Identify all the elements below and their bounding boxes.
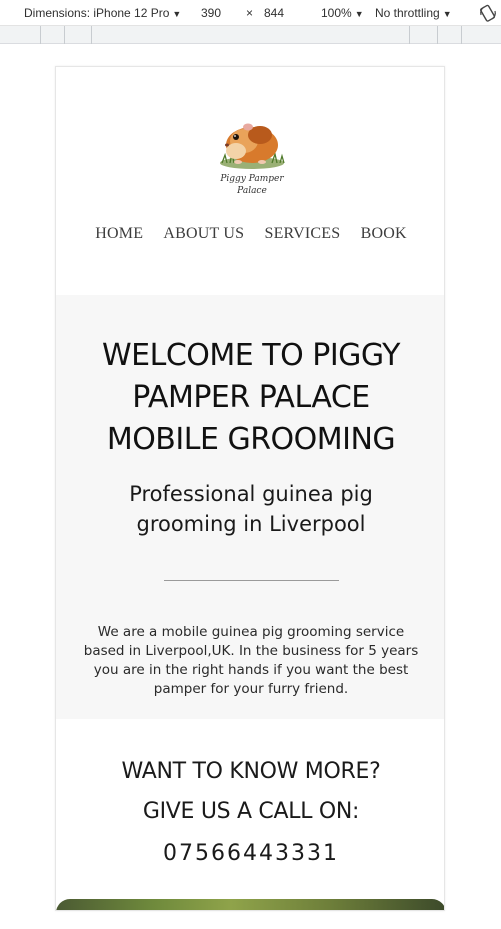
hero-subtitle: Professional guinea pig grooming in Live… — [129, 482, 373, 536]
main-navigation: HOME ABOUT US SERVICES BOOK — [56, 225, 444, 243]
logo-text-line1: Piggy Pamper — [219, 174, 284, 184]
nav-book-link[interactable]: BOOK — [361, 225, 407, 243]
chevron-down-icon: ▼ — [172, 9, 182, 19]
contact-section: WANT TO KNOW MORE? GIVE US A CALL ON: 07… — [56, 719, 444, 899]
ruler-marker — [91, 26, 92, 44]
hero-description: We are a mobile guinea pig grooming serv… — [83, 624, 419, 697]
nav-about-us-link[interactable]: ABOUT US — [163, 225, 244, 243]
times-icon: × — [246, 6, 254, 20]
hero-title: WELCOME TO PIGGY PAMPER PALACE MOBILE GR… — [101, 338, 401, 457]
contact-subheading: GIVE US A CALL ON: — [142, 799, 360, 824]
zoom-label: 100% — [321, 6, 352, 20]
logo-text-line2: Palace — [236, 186, 267, 196]
throttling-label: No throttling — [375, 6, 440, 20]
devtools-device-toolbar: Dimensions: iPhone 12 Pro ▼ 390 × 844 100… — [0, 0, 501, 26]
ruler-marker — [409, 26, 410, 44]
chevron-down-icon: ▼ — [442, 9, 452, 19]
media-query-ruler[interactable] — [0, 26, 501, 44]
height-input[interactable]: 844 — [264, 6, 284, 20]
ruler-marker — [437, 26, 438, 44]
chevron-down-icon: ▼ — [354, 9, 364, 19]
width-input[interactable]: 390 — [201, 6, 221, 20]
device-dimensions-label: Dimensions: iPhone 12 Pro — [24, 6, 170, 20]
nav-services-link[interactable]: SERVICES — [264, 225, 340, 243]
phone-number-link[interactable]: 07566443331 — [56, 841, 444, 866]
throttling-dropdown[interactable]: No throttling ▼ — [375, 6, 452, 20]
ruler-marker — [461, 26, 462, 44]
nav-home-link[interactable]: HOME — [95, 225, 143, 243]
contact-heading: WANT TO KNOW MORE? — [121, 759, 381, 784]
mobile-viewport: Piggy Pamper Palace HOME ABOUT US SERVIC… — [55, 66, 445, 911]
hero-section: WELCOME TO PIGGY PAMPER PALACE MOBILE GR… — [56, 295, 444, 719]
site-header: Piggy Pamper Palace HOME ABOUT US SERVIC… — [56, 67, 444, 295]
rotate-icon[interactable] — [478, 3, 498, 23]
ruler-marker — [64, 26, 65, 44]
ruler-marker — [40, 26, 41, 44]
zoom-dropdown[interactable]: 100% ▼ — [321, 6, 364, 20]
device-dimensions-dropdown[interactable]: Dimensions: iPhone 12 Pro ▼ — [24, 6, 181, 20]
divider — [164, 580, 339, 581]
guinea-pig-logo[interactable]: Piggy Pamper Palace — [214, 105, 290, 197]
gallery-image — [56, 899, 444, 910]
